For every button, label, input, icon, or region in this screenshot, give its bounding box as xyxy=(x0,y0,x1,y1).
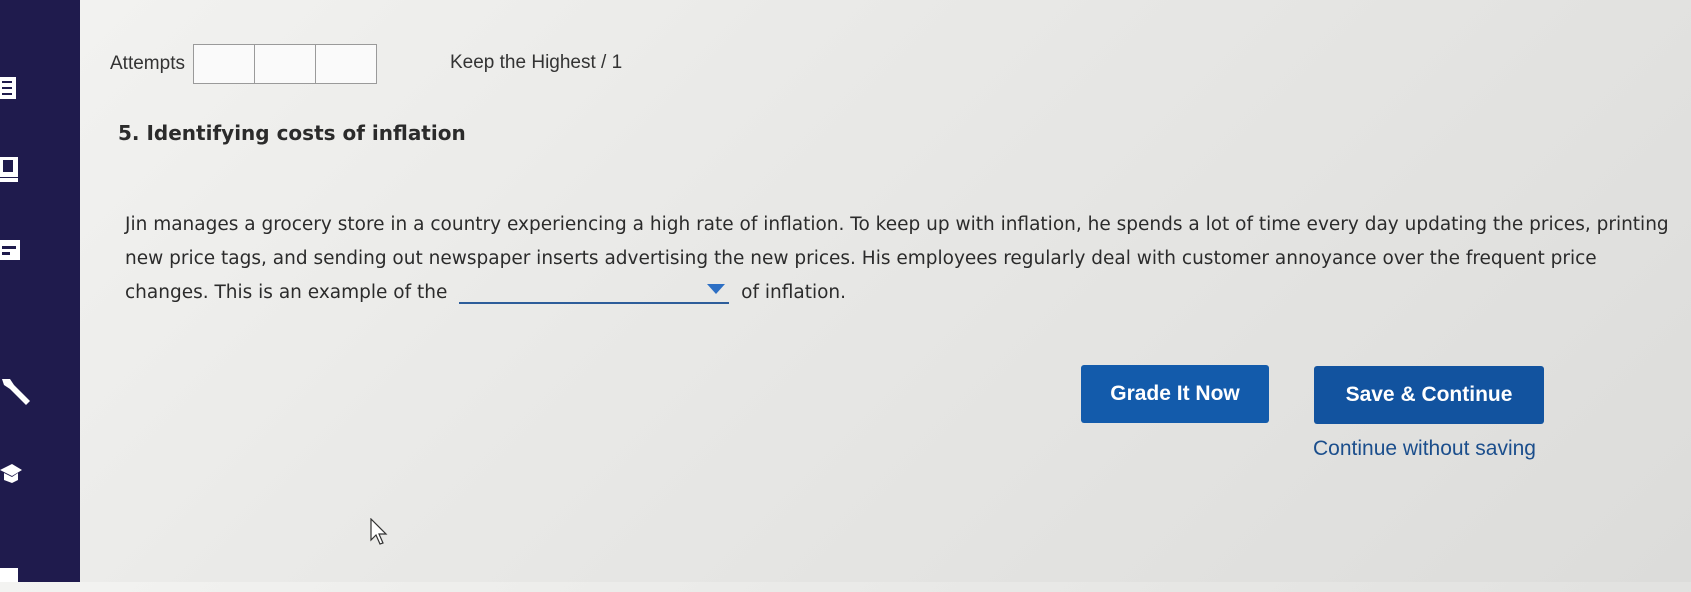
attempt-box xyxy=(314,44,377,84)
grade-it-now-button[interactable]: Grade It Now xyxy=(1081,365,1269,423)
save-and-continue-button[interactable]: Save & Continue xyxy=(1314,366,1544,424)
continue-without-saving-link[interactable]: Continue without saving xyxy=(1313,437,1536,461)
list-icon[interactable] xyxy=(0,75,22,101)
question-panel: Attempts Keep the Highest / 1 5. Identif… xyxy=(80,0,1691,582)
question-title: 5. Identifying costs of inflation xyxy=(118,121,466,145)
book-icon[interactable] xyxy=(0,157,22,183)
attempt-boxes xyxy=(192,44,377,84)
attempt-box xyxy=(192,44,255,84)
attempts-row: Attempts xyxy=(110,44,377,84)
calendar-icon[interactable] xyxy=(0,237,22,263)
graduation-cap-icon[interactable] xyxy=(0,460,22,486)
chevron-down-icon[interactable] xyxy=(707,284,726,294)
more-icon[interactable] xyxy=(0,566,22,592)
question-text: Jin manages a grocery store in a country… xyxy=(125,208,1680,310)
answer-dropdown[interactable] xyxy=(459,278,730,304)
keep-highest-label: Keep the Highest / 1 xyxy=(450,52,623,73)
attempts-label: Attempts xyxy=(110,53,185,74)
question-body-text: Jin manages a grocery store in a country… xyxy=(125,214,1669,303)
left-sidebar xyxy=(0,0,80,582)
mouse-cursor-icon xyxy=(370,517,390,551)
question-body-end: of inflation. xyxy=(741,282,847,303)
wrench-icon[interactable] xyxy=(0,378,34,405)
attempt-box xyxy=(253,44,316,84)
